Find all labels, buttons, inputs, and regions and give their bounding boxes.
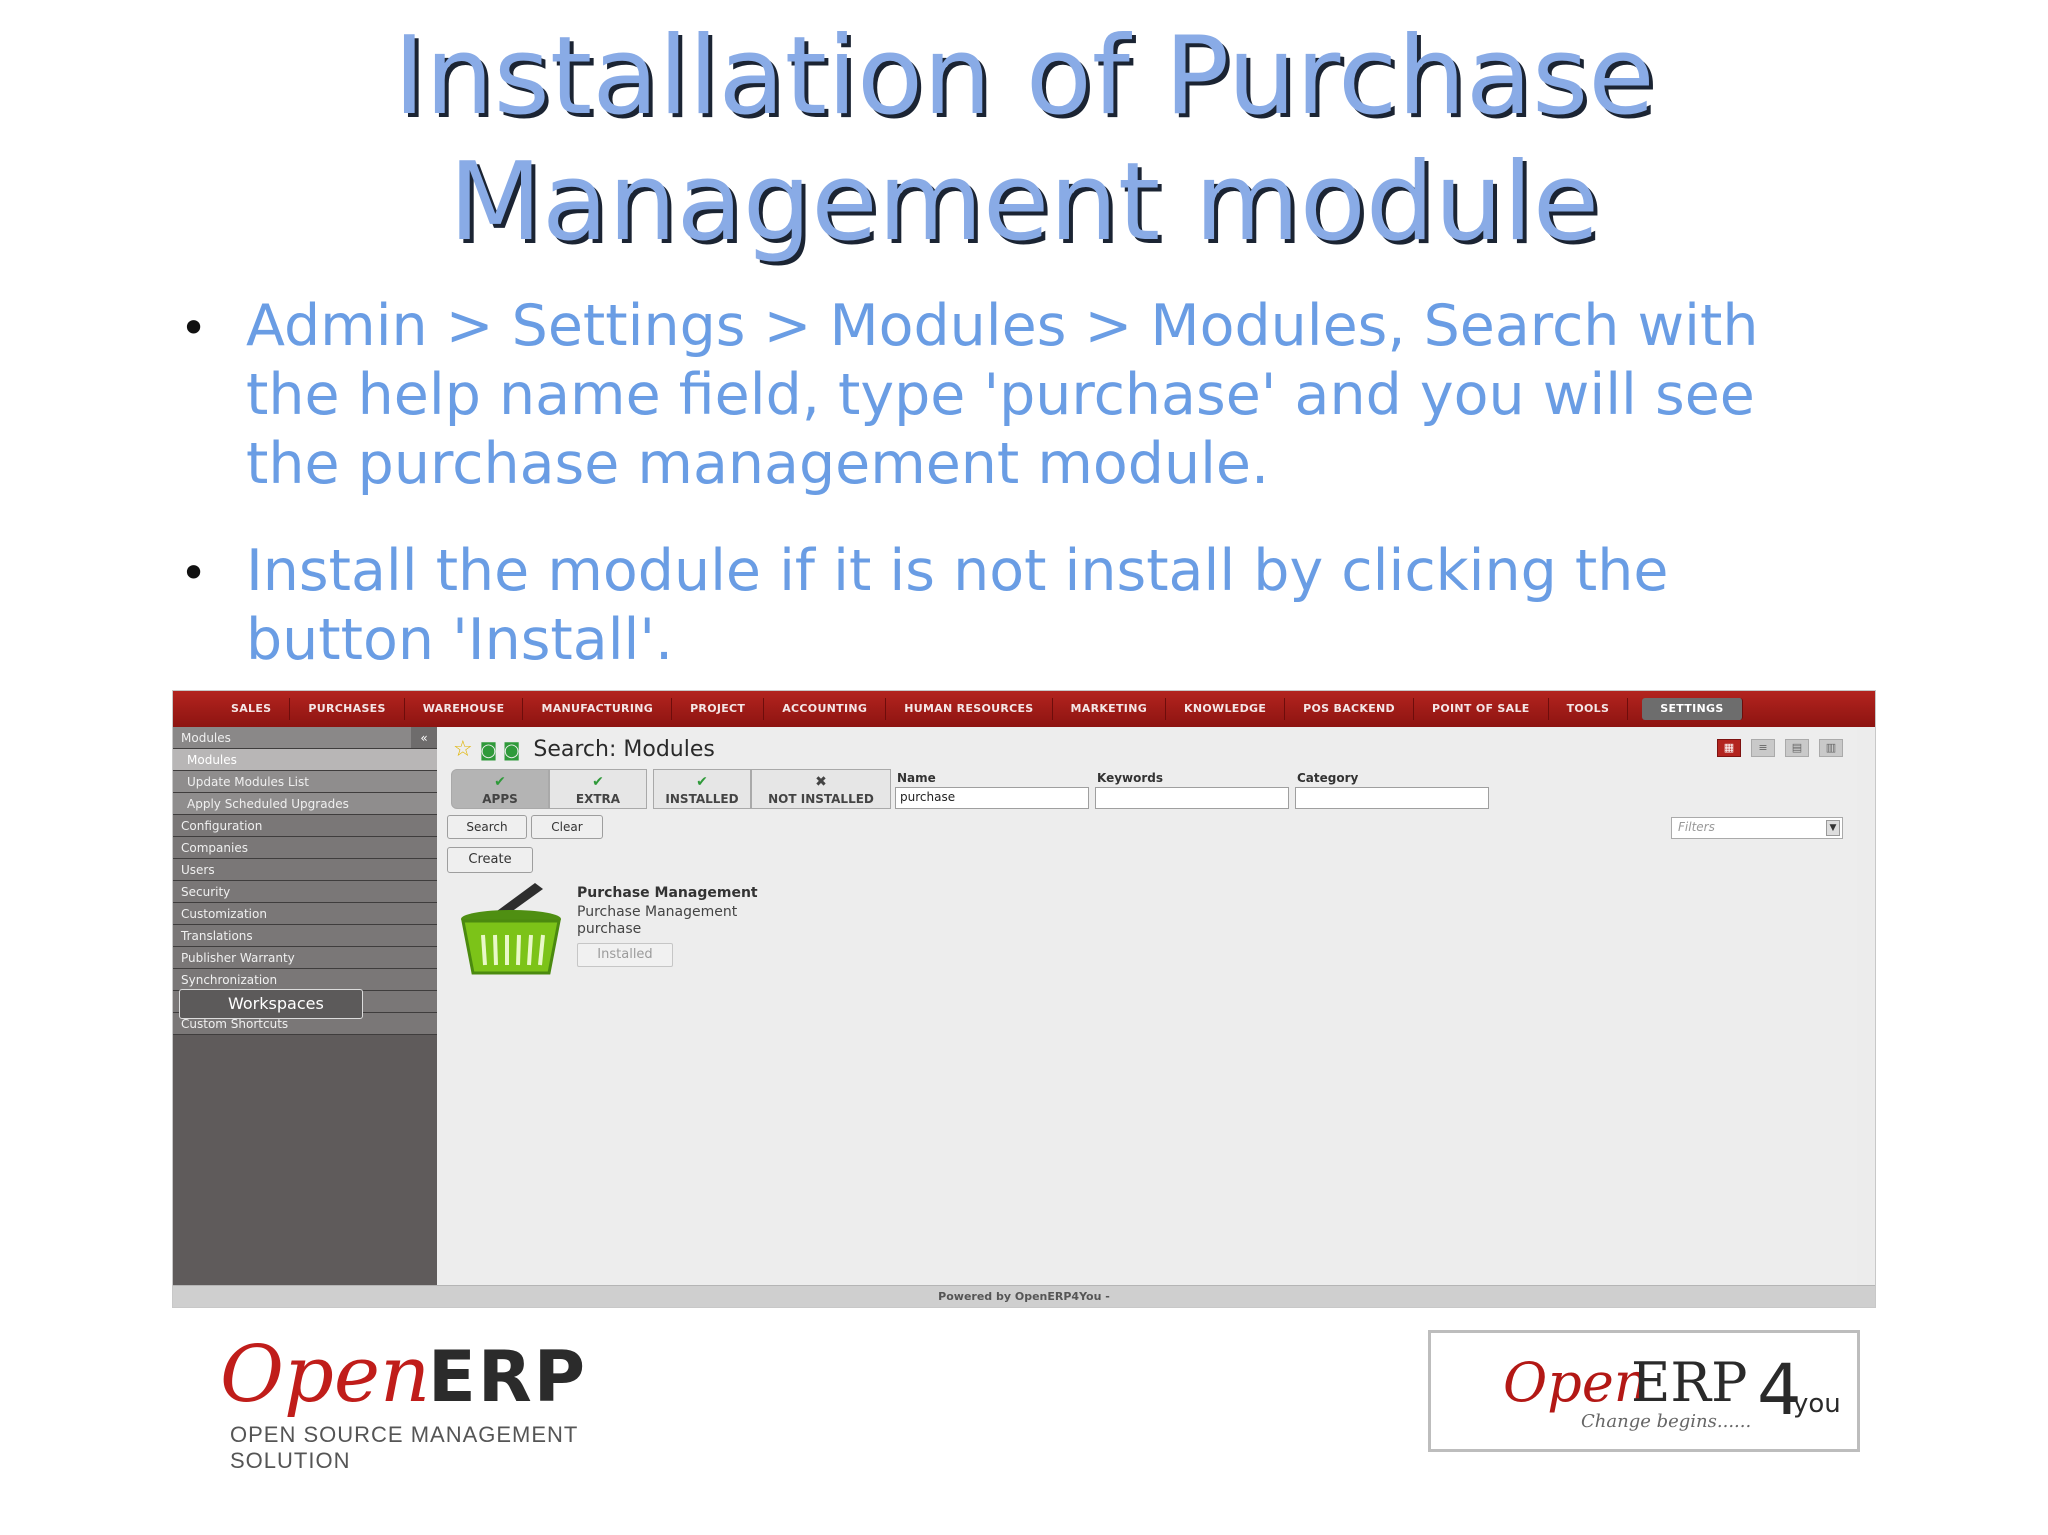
search-button[interactable]: Search [447,815,527,839]
menu-project[interactable]: PROJECT [672,698,765,720]
check-icon: ✔ [696,774,708,790]
menu-accounting[interactable]: ACCOUNTING [764,698,887,720]
shopping-basket-icon [461,883,561,975]
menu-point-of-sale[interactable]: POINT OF SALE [1414,698,1549,720]
keywords-label: Keywords [1097,771,1164,785]
sidebar-header: Modules « [173,727,437,749]
module-short-description: Purchase Management [577,904,738,920]
bullet-text: Admin > Settings > Modules > Modules, Se… [246,293,1759,497]
menu-marketing[interactable]: MARKETING [1053,698,1167,720]
keywords-input[interactable] [1095,787,1289,809]
sidebar-item-translations[interactable]: Translations [173,925,437,947]
logo-left-tagline: OPEN SOURCE MANAGEMENT SOLUTION [230,1422,578,1473]
sidebar-item-update-modules-list[interactable]: Update Modules List [173,771,437,793]
openerp4you-logo: Open ERP 4 you Change begins...... [1428,1330,1860,1452]
sidebar-item-apply-scheduled-upgrades[interactable]: Apply Scheduled Upgrades [173,793,437,815]
list-view-icon[interactable]: ≡ [1751,739,1775,757]
dropdown-arrow-icon[interactable]: ▼ [1826,820,1840,836]
bullet-list: • Admin > Settings > Modules > Modules, S… [176,292,1836,713]
category-label: Category [1297,771,1359,785]
filters-select[interactable]: Filters ▼ [1671,817,1843,839]
sidebar-header-label: Modules [181,731,231,745]
logo-right-erp: ERP [1631,1351,1748,1414]
filter-extra-button[interactable]: ✔ EXTRA [549,769,647,809]
sidebar: Modules « Modules Update Modules List Ap… [173,727,437,1287]
filter-apps-label: APPS [482,792,518,806]
module-technical-name: purchase [577,921,642,937]
module-title: Purchase Management [577,885,758,901]
check-icon: ✔ [592,774,604,790]
bullet-item: • Admin > Settings > Modules > Modules, S… [176,292,1836,499]
openerp-logo: Open ERP OPEN SOURCE MANAGEMENT SOLUTION [220,1330,640,1473]
calendar-view-icon[interactable]: ▥ [1819,739,1843,757]
sidebar-item-publisher-warranty[interactable]: Publisher Warranty [173,947,437,969]
menu-purchases[interactable]: PURCHASES [290,698,405,720]
menu-manufacturing[interactable]: MANUFACTURING [523,698,673,720]
name-input[interactable]: purchase [895,787,1089,809]
filter-buttons: ✔ APPS ✔ EXTRA ✔ INSTALLED ✖ NOT INSTALL… [451,769,891,809]
bullet-item: • Install the module if it is not install… [176,537,1836,675]
create-button[interactable]: Create [447,847,533,873]
openerp-screenshot: SALES PURCHASES WAREHOUSE MANUFACTURING … [172,690,1876,1308]
logo-left-word: Open [220,1330,431,1420]
menu-sales[interactable]: SALES [213,698,291,720]
slide-title: Installation of Purchase Management modu… [0,14,2048,266]
workspaces-tooltip: Workspaces [179,989,363,1019]
logo-right-word: Open [1503,1351,1649,1414]
sidebar-item-users[interactable]: Users [173,859,437,881]
star-icon[interactable]: ☆ [453,737,473,762]
category-input[interactable] [1295,787,1489,809]
sidebar-item-security[interactable]: Security [173,881,437,903]
shortcut-icon[interactable]: ◙ ◙ [480,740,521,761]
slide-title-line2: Management module [448,140,1600,265]
sidebar-item-companies[interactable]: Companies [173,837,437,859]
kanban-view-icon[interactable]: ▦ [1717,739,1741,757]
menu-settings[interactable]: SETTINGS [1642,698,1743,720]
menu-knowledge[interactable]: KNOWLEDGE [1166,698,1286,720]
filter-installed-label: INSTALLED [665,792,739,806]
form-view-icon[interactable]: ▤ [1785,739,1809,757]
sidebar-item-customization[interactable]: Customization [173,903,437,925]
module-card[interactable]: Purchase Management Purchase Management … [457,881,797,991]
check-icon: ✔ [494,774,506,790]
module-status-button[interactable]: Installed [577,943,673,967]
main-menu-bar: SALES PURCHASES WAREHOUSE MANUFACTURING … [173,691,1875,727]
menu-human-resources[interactable]: HUMAN RESOURCES [886,698,1053,720]
sidebar-item-synchronization[interactable]: Synchronization [173,969,437,991]
filter-apps-button[interactable]: ✔ APPS [451,769,549,809]
filter-not-installed-button[interactable]: ✖ NOT INSTALLED [751,769,891,809]
footer-bar: Powered by OpenERP4You - [173,1285,1875,1307]
sidebar-item-configuration[interactable]: Configuration [173,815,437,837]
logo-right-you: you [1793,1389,1841,1419]
bullet-text: Install the module if it is not install … [246,538,1669,673]
filter-installed-button[interactable]: ✔ INSTALLED [653,769,751,809]
slide-title-line1: Installation of Purchase [393,14,1655,139]
filters-placeholder: Filters [1678,820,1715,834]
main-content: ☆ ◙ ◙ Search: Modules ▦ ≡ ▤ ▥ ✔ APPS ✔ E… [437,727,1857,1287]
collapse-sidebar-icon[interactable]: « [411,727,437,748]
view-switcher: ▦ ≡ ▤ ▥ [1717,739,1843,757]
clear-button[interactable]: Clear [531,815,603,839]
filter-extra-label: EXTRA [575,792,621,806]
logo-left-erp: ERP [428,1336,588,1418]
bullet-dot-icon: • [180,546,208,600]
logo-right-tagline: Change begins...... [1581,1411,1752,1432]
menu-warehouse[interactable]: WAREHOUSE [405,698,524,720]
cross-icon: ✖ [815,774,827,790]
page-title-bar: ☆ ◙ ◙ Search: Modules [453,737,715,762]
page-title: Search: Modules [533,737,715,762]
filter-not-installed-label: NOT INSTALLED [768,792,874,806]
name-label: Name [897,771,936,785]
menu-pos-backend[interactable]: POS BACKEND [1285,698,1414,720]
bullet-dot-icon: • [180,301,208,355]
sidebar-item-modules[interactable]: Modules [173,749,437,771]
menu-tools[interactable]: TOOLS [1549,698,1629,720]
